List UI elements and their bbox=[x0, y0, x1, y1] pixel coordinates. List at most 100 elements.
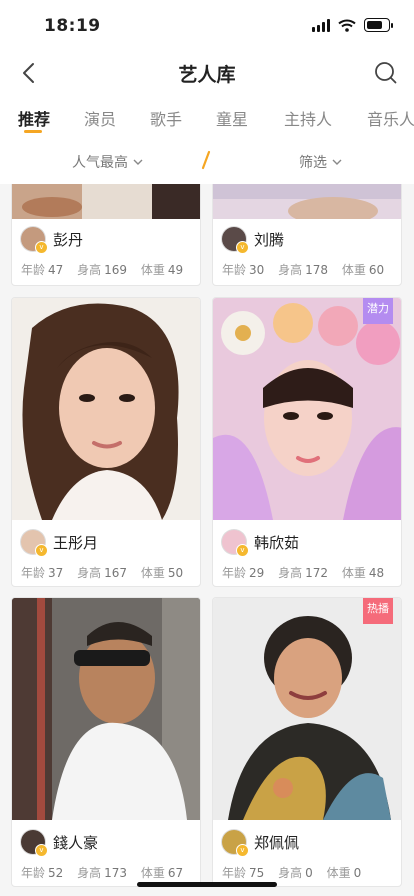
artist-name: 韩欣茹 bbox=[254, 533, 300, 552]
artist-stats: 年龄 75 身高 0 体重 0 bbox=[222, 864, 371, 881]
artist-photo bbox=[12, 184, 200, 219]
tab-recommend[interactable]: 推荐 bbox=[18, 106, 50, 130]
page-title: 艺人库 bbox=[178, 64, 236, 86]
height-label: 身高 bbox=[278, 566, 303, 580]
avatar: v bbox=[222, 830, 249, 857]
nav-bar: 艺人库 bbox=[0, 50, 414, 96]
tab-musician[interactable]: 音乐人 bbox=[367, 106, 414, 130]
chevron-down-icon bbox=[133, 159, 143, 165]
age-value: 47 bbox=[48, 263, 64, 277]
artist-name: 郑佩佩 bbox=[254, 833, 300, 852]
weight-label: 体重 bbox=[140, 866, 165, 880]
artist-card[interactable]: v 刘腾 年龄 30 身高 178 体重 60 bbox=[212, 184, 402, 286]
artist-stats: 年龄 47 身高 169 体重 49 bbox=[21, 261, 193, 278]
age-label: 年龄 bbox=[222, 566, 247, 580]
category-tabs: 推荐 演员 歌手 童星 主持人 音乐人 bbox=[0, 96, 414, 140]
height-value: 169 bbox=[104, 263, 128, 277]
age-label: 年龄 bbox=[21, 566, 46, 580]
artist-name-row: v 錢人豪 bbox=[21, 830, 99, 857]
tab-indicator bbox=[24, 130, 42, 133]
age-label: 年龄 bbox=[222, 263, 247, 277]
age-value: 52 bbox=[48, 866, 64, 880]
height-value: 178 bbox=[305, 263, 329, 277]
artist-name-row: v 刘腾 bbox=[222, 227, 285, 254]
artist-name-row: v 韩欣茹 bbox=[222, 530, 300, 557]
weight-value: 67 bbox=[167, 866, 184, 880]
filter-dropdown[interactable]: 筛选 bbox=[299, 152, 342, 172]
weight-value: 50 bbox=[167, 566, 184, 580]
filter-bar: 人气最高 筛选 bbox=[0, 140, 414, 184]
avatar: v bbox=[21, 530, 48, 557]
artist-photo bbox=[12, 598, 200, 820]
signal-icon bbox=[312, 18, 330, 32]
height-label: 身高 bbox=[77, 263, 102, 277]
avatar: v bbox=[21, 227, 48, 254]
height-value: 173 bbox=[104, 866, 128, 880]
verified-icon: v bbox=[236, 241, 249, 254]
height-value: 167 bbox=[104, 566, 128, 580]
artist-card[interactable]: v 錢人豪 年龄 52 身高 173 体重 67 bbox=[11, 597, 201, 887]
age-value: 30 bbox=[249, 263, 265, 277]
battery-icon bbox=[364, 18, 393, 32]
verified-icon: v bbox=[35, 544, 48, 557]
tab-host[interactable]: 主持人 bbox=[284, 106, 332, 130]
artist-stats: 年龄 52 身高 173 体重 67 bbox=[21, 864, 193, 881]
artist-card[interactable]: 热播 v 郑佩佩 年龄 75 身高 0 体重 0 bbox=[212, 597, 402, 887]
avatar: v bbox=[222, 227, 249, 254]
age-label: 年龄 bbox=[21, 866, 46, 880]
artist-card[interactable]: 潜力 v 韩欣茹 年龄 29 身高 172 体重 48 bbox=[212, 297, 402, 587]
artist-name-row: v 郑佩佩 bbox=[222, 830, 300, 857]
height-label: 身高 bbox=[278, 866, 303, 880]
avatar: v bbox=[21, 830, 48, 857]
weight-value: 48 bbox=[368, 566, 385, 580]
artist-name: 刘腾 bbox=[254, 230, 285, 249]
artist-name: 王彤月 bbox=[53, 533, 99, 552]
home-indicator bbox=[137, 882, 277, 887]
height-label: 身高 bbox=[278, 263, 303, 277]
artist-name-row: v 王彤月 bbox=[21, 530, 99, 557]
status-icons bbox=[312, 18, 393, 32]
age-label: 年龄 bbox=[21, 263, 46, 277]
artist-card[interactable]: v 王彤月 年龄 37 身高 167 体重 50 bbox=[11, 297, 201, 587]
tab-child-star[interactable]: 童星 bbox=[216, 106, 248, 130]
age-value: 75 bbox=[249, 866, 265, 880]
avatar: v bbox=[222, 530, 249, 557]
artist-card[interactable]: v 彭丹 年龄 47 身高 169 体重 49 bbox=[11, 184, 201, 286]
artist-stats: 年龄 29 身高 172 体重 48 bbox=[222, 564, 394, 581]
height-value: 0 bbox=[305, 866, 313, 880]
divider-slash bbox=[201, 150, 211, 170]
status-bar: 18:19 bbox=[0, 0, 414, 50]
artist-stats: 年龄 30 身高 178 体重 60 bbox=[222, 261, 394, 278]
chevron-down-icon bbox=[332, 159, 342, 165]
artist-photo bbox=[12, 298, 200, 520]
tab-singer[interactable]: 歌手 bbox=[150, 106, 182, 130]
sort-dropdown[interactable]: 人气最高 bbox=[72, 152, 143, 172]
search-button[interactable] bbox=[372, 59, 400, 87]
verified-icon: v bbox=[35, 241, 48, 254]
tab-actor[interactable]: 演员 bbox=[84, 106, 116, 130]
weight-label: 体重 bbox=[140, 263, 165, 277]
verified-icon: v bbox=[236, 544, 249, 557]
age-value: 37 bbox=[48, 566, 64, 580]
artist-grid: v 彭丹 年龄 47 身高 169 体重 49 v 刘腾 年龄 30 身高 178 体重 6… bbox=[0, 184, 414, 896]
status-time: 18:19 bbox=[44, 16, 101, 36]
artist-name: 彭丹 bbox=[53, 230, 84, 249]
filter-label: 筛选 bbox=[299, 155, 327, 171]
weight-label: 体重 bbox=[341, 263, 366, 277]
weight-value: 60 bbox=[368, 263, 385, 277]
artist-stats: 年龄 37 身高 167 体重 50 bbox=[21, 564, 193, 581]
weight-value: 0 bbox=[353, 866, 362, 880]
search-icon bbox=[375, 62, 397, 84]
verified-icon: v bbox=[35, 844, 48, 857]
weight-value: 49 bbox=[167, 263, 184, 277]
weight-label: 体重 bbox=[326, 866, 351, 880]
sort-label: 人气最高 bbox=[72, 155, 128, 171]
artist-name-row: v 彭丹 bbox=[21, 227, 84, 254]
artist-name: 錢人豪 bbox=[53, 833, 99, 852]
age-value: 29 bbox=[249, 566, 265, 580]
weight-label: 体重 bbox=[140, 566, 165, 580]
height-label: 身高 bbox=[77, 866, 102, 880]
artist-photo bbox=[213, 598, 401, 820]
wifi-icon bbox=[338, 19, 356, 32]
age-label: 年龄 bbox=[222, 866, 247, 880]
